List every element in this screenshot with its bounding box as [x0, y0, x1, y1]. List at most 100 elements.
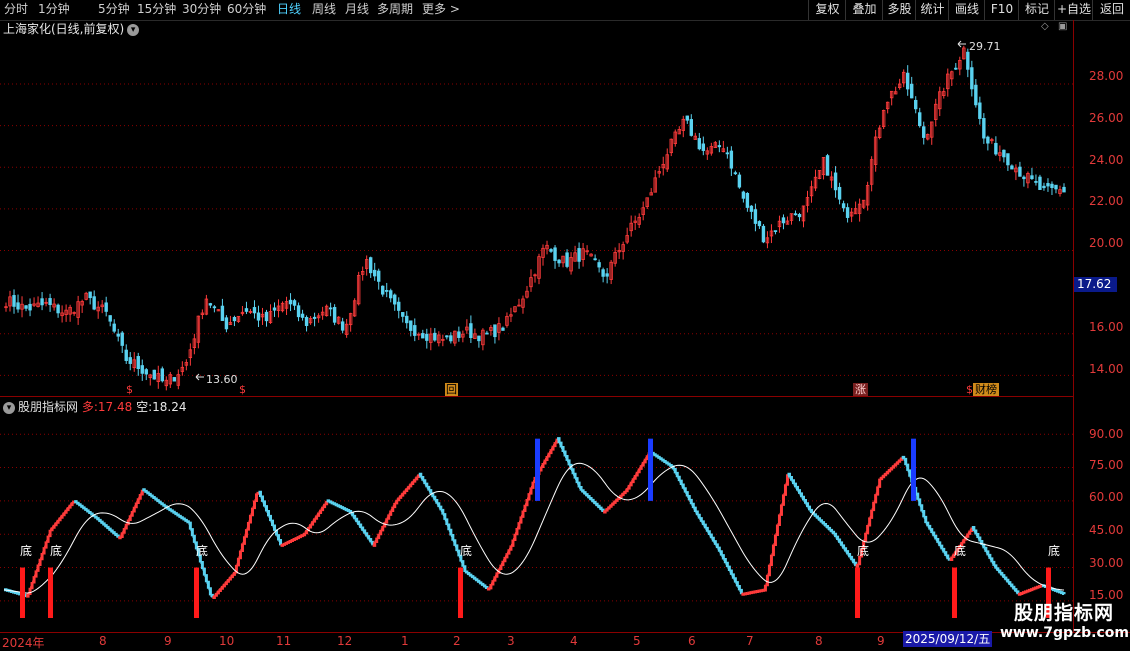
event-marker[interactable]: 回 [445, 383, 458, 396]
indicator-step [872, 502, 874, 510]
indicator-step [1028, 590, 1030, 591]
indicator-step [457, 551, 459, 556]
indicator-step [767, 565, 769, 575]
indicator-step [781, 494, 783, 504]
candle-body [690, 119, 693, 135]
indicator-step [262, 502, 264, 507]
indicator-step [46, 536, 48, 542]
indicator-step [170, 511, 172, 512]
candle-body [113, 324, 116, 331]
indicator-step [1032, 588, 1034, 589]
indicator-step [810, 510, 812, 513]
indicator-step [100, 522, 102, 524]
candle-body [502, 328, 505, 330]
indicator-step [285, 542, 287, 543]
indicator-step [491, 580, 493, 584]
indicator-step [455, 546, 457, 551]
candle-body [446, 336, 449, 337]
indicator-step [299, 536, 301, 537]
candle-body [983, 118, 986, 138]
event-marker[interactable]: $ [966, 383, 973, 396]
date-tick: 5 [633, 634, 641, 648]
candle-body [333, 307, 336, 322]
event-marker[interactable]: $ [126, 383, 133, 396]
candle-body [341, 322, 344, 330]
indicator-step [132, 507, 134, 511]
indicator-step [966, 533, 968, 536]
indicator-step [471, 577, 473, 579]
candle-body [726, 153, 729, 154]
bottom-signal-label: 底 [196, 545, 208, 558]
indicator-step [313, 518, 315, 521]
event-marker[interactable]: 财榜 [973, 383, 999, 396]
indicator-step [655, 456, 657, 457]
indicator-step [148, 494, 150, 496]
indicator-step [731, 575, 733, 579]
indicator-step [311, 521, 313, 524]
candle-body [762, 226, 765, 242]
indicator-step [78, 505, 80, 507]
indicator-step [174, 514, 176, 515]
indicator-step [52, 525, 54, 528]
date-tick: 9 [877, 634, 885, 648]
bottom-signal-label: 底 [954, 545, 966, 558]
candle-body [774, 231, 777, 232]
indicator-step [180, 518, 182, 519]
indicator-step [397, 497, 399, 499]
indicator-step [369, 540, 371, 543]
indicator-step [499, 565, 501, 569]
candle-body [979, 103, 982, 119]
indicator-step [789, 478, 791, 481]
indicator-step [256, 492, 258, 493]
indicator-step [944, 553, 946, 556]
indicator-step [583, 493, 585, 495]
indicator-step [481, 584, 483, 586]
candle-body [550, 249, 553, 251]
indicator-step [888, 469, 890, 471]
indicator-step [595, 504, 597, 506]
indicator-step [507, 549, 509, 553]
indicator-step [874, 494, 876, 502]
indicator-step [547, 453, 549, 456]
indicator-step [852, 560, 854, 563]
candle-body [798, 214, 801, 216]
indicator-step [1044, 586, 1046, 587]
candle-body [794, 214, 797, 215]
low-price-label: 13.60 [206, 373, 238, 386]
indicator-step [669, 466, 671, 467]
indicator-step [353, 516, 355, 519]
indicator-step [627, 485, 629, 488]
indicator-step [791, 481, 793, 484]
indicator-step [848, 555, 850, 558]
indicator-step [68, 505, 70, 508]
indicator-step [60, 515, 62, 518]
indicator-step [363, 531, 365, 534]
event-marker[interactable]: $ [239, 383, 246, 396]
indicator-step [403, 490, 405, 492]
candle-body [1023, 177, 1026, 179]
indicator-step [826, 526, 828, 528]
indicator-step [90, 514, 92, 516]
indicator-step [166, 508, 168, 509]
indicator-step [475, 580, 477, 582]
indicator-step [587, 497, 589, 499]
indicator-step [176, 515, 178, 516]
candle-body [153, 370, 156, 379]
event-marker[interactable]: 涨 [853, 383, 868, 396]
indicator-step [226, 579, 228, 581]
candle-body [381, 286, 384, 294]
indicator-step [599, 508, 601, 510]
indicator-step [998, 571, 1000, 573]
indicator-step [868, 517, 870, 525]
indicator-step [1030, 589, 1032, 590]
indicator-step [701, 522, 703, 525]
indicator-step [501, 561, 503, 565]
indicator-step [138, 494, 140, 498]
indicator-step [210, 595, 212, 597]
bottom-signal-label: 底 [50, 545, 62, 558]
indicator-step [315, 515, 317, 518]
indicator-step [978, 538, 980, 541]
indicator-step [521, 511, 523, 517]
candle-body [842, 204, 845, 208]
indicator-step [890, 467, 892, 469]
